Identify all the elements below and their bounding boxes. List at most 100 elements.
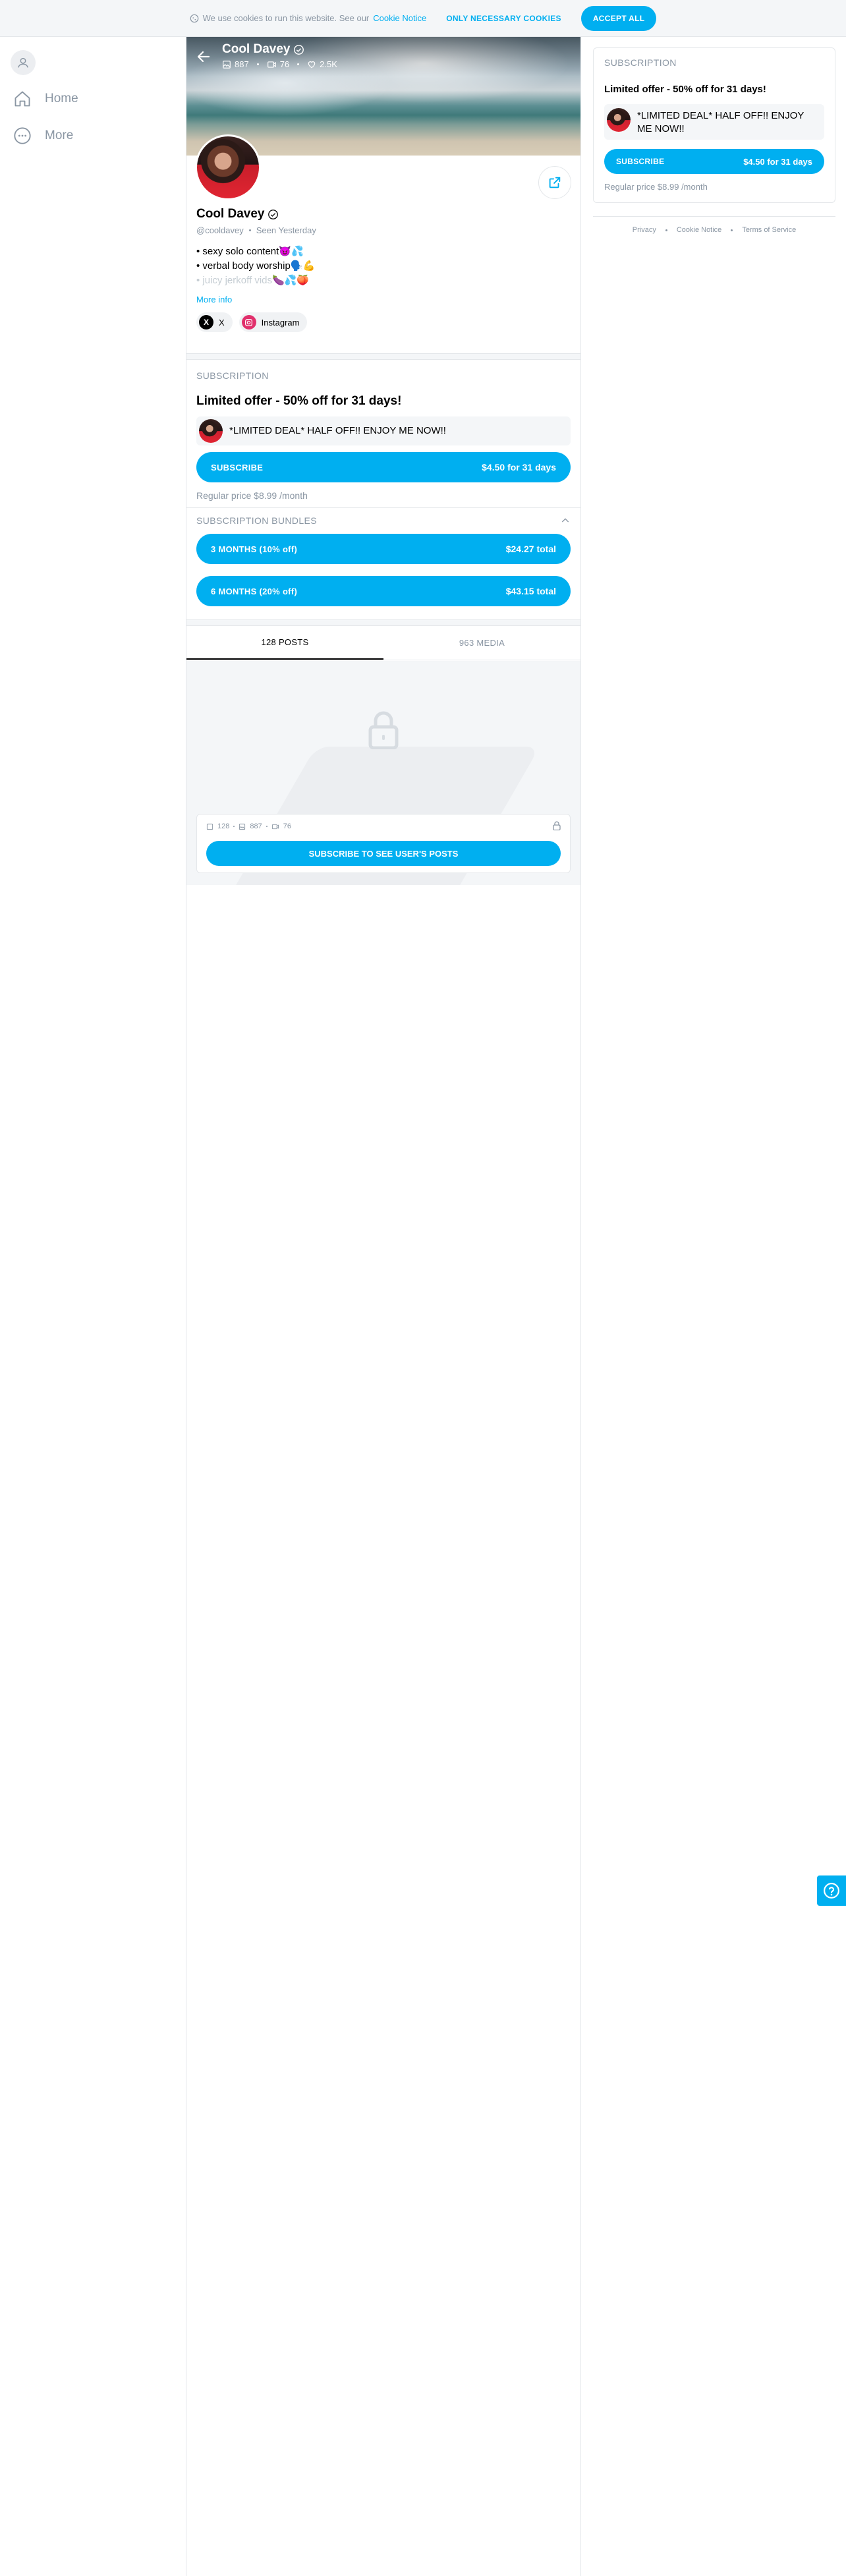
help-button[interactable] bbox=[817, 1875, 846, 1906]
cover-profile-name: Cool Davey bbox=[222, 42, 304, 57]
profile-handle: @cooldavey bbox=[196, 225, 244, 235]
verified-icon bbox=[294, 44, 304, 55]
right-sidebar: SUBSCRIPTION Limited offer - 50% off for… bbox=[593, 47, 835, 234]
verified-icon bbox=[268, 209, 279, 219]
cookie-message: We use cookies to run this website. See … bbox=[190, 13, 426, 23]
instagram-icon bbox=[241, 315, 256, 329]
locked-posts-card: 128 887 76 SUBSCRIBE TO SEE USER'S POSTS bbox=[196, 814, 571, 873]
cookie-text: We use cookies to run this website. See … bbox=[202, 13, 370, 23]
creator-avatar bbox=[199, 419, 223, 443]
creator-avatar bbox=[607, 108, 631, 132]
footer-links: Privacy Cookie Notice Terms of Service bbox=[593, 216, 835, 234]
separator-dot bbox=[266, 826, 268, 827]
video-icon bbox=[271, 824, 279, 829]
bundles-header[interactable]: SUBSCRIPTION BUNDLES bbox=[196, 515, 571, 526]
subscribe-cta-label: SUBSCRIBE TO SEE USER'S POSTS bbox=[308, 848, 459, 859]
footer-link-terms[interactable]: Terms of Service bbox=[742, 226, 796, 234]
home-icon bbox=[14, 91, 30, 107]
bundle-3-months-button[interactable]: 3 MONTHS (10% off) $24.27 total bbox=[196, 534, 571, 564]
tab-posts[interactable]: 128 POSTS bbox=[186, 626, 383, 660]
profile-handle-row: @cooldavey Seen Yesterday bbox=[196, 225, 571, 235]
cookie-notice-link[interactable]: Cookie Notice bbox=[373, 13, 426, 23]
profile-name: Cool Davey bbox=[196, 207, 571, 221]
more-info-link[interactable]: More info bbox=[196, 295, 571, 304]
image-icon bbox=[239, 823, 246, 830]
social-label: Instagram bbox=[261, 317, 300, 328]
help-icon bbox=[824, 1883, 839, 1899]
section-divider bbox=[186, 353, 580, 360]
nav-item-label: Home bbox=[45, 92, 78, 105]
subscription-title: SUBSCRIPTION bbox=[604, 57, 677, 68]
locked-posts-count: 128 bbox=[217, 822, 230, 830]
subscribe-price: $4.50 for 31 days bbox=[743, 156, 812, 167]
user-icon bbox=[17, 57, 29, 68]
offer-message: *LIMITED DEAL* HALF OFF!! ENJOY ME NOW!! bbox=[604, 104, 824, 140]
share-icon bbox=[549, 177, 561, 188]
footer-link-privacy[interactable]: Privacy bbox=[633, 226, 656, 234]
bundle-price: $43.15 total bbox=[505, 586, 556, 596]
cover-image: Cool Davey 887 76 2.5K bbox=[186, 37, 580, 156]
separator-dot bbox=[665, 229, 667, 231]
cookie-banner: We use cookies to run this website. See … bbox=[0, 0, 846, 37]
subscribe-button[interactable]: SUBSCRIBE $4.50 for 31 days bbox=[196, 452, 571, 482]
bio-line: • verbal body worship🗣️💪 bbox=[196, 260, 316, 272]
videos-stat: 76 bbox=[267, 59, 289, 69]
subscription-section: SUBSCRIPTION Limited offer - 50% off for… bbox=[196, 370, 571, 501]
heart-icon bbox=[308, 61, 316, 68]
social-links: X X Instagram bbox=[196, 312, 571, 332]
locked-posts-area: 128 887 76 SUBSCRIBE TO SEE USER'S POSTS bbox=[186, 661, 580, 885]
tab-media[interactable]: 963 MEDIA bbox=[383, 626, 580, 660]
user-avatar[interactable] bbox=[11, 50, 36, 75]
subscribe-price: $4.50 for 31 days bbox=[482, 462, 556, 472]
footer-link-cookie-notice[interactable]: Cookie Notice bbox=[677, 226, 721, 234]
profile-avatar[interactable] bbox=[195, 134, 261, 200]
social-link-x[interactable]: X X bbox=[196, 312, 233, 332]
subscription-title: SUBSCRIPTION bbox=[196, 370, 269, 381]
content-tabs: 128 POSTS 963 MEDIA bbox=[186, 626, 580, 660]
back-arrow-icon[interactable] bbox=[196, 49, 212, 65]
nav-item-more[interactable]: More bbox=[13, 127, 73, 145]
offer-title: Limited offer - 50% off for 31 days! bbox=[196, 394, 402, 408]
lock-icon bbox=[553, 821, 561, 830]
profile-info: Cool Davey @cooldavey Seen Yesterday • s… bbox=[196, 207, 571, 332]
chevron-up-icon[interactable] bbox=[560, 515, 571, 526]
videos-count: 76 bbox=[279, 59, 290, 69]
nav-item-home[interactable]: Home bbox=[13, 90, 78, 108]
separator-dot bbox=[297, 63, 300, 65]
main-column: Cool Davey 887 76 2.5K Cool Davey @coold… bbox=[186, 37, 581, 2576]
bundle-price: $24.27 total bbox=[505, 544, 556, 554]
posts-stat: 887 bbox=[222, 59, 249, 69]
social-label: X bbox=[219, 317, 225, 328]
likes-count: 2.5K bbox=[320, 59, 337, 69]
share-button[interactable] bbox=[538, 166, 571, 199]
subscribe-to-see-posts-button[interactable]: SUBSCRIBE TO SEE USER'S POSTS bbox=[206, 841, 561, 866]
divider bbox=[186, 507, 580, 508]
profile-name-text: Cool Davey bbox=[196, 207, 265, 221]
sidebar-subscribe-button[interactable]: SUBSCRIBE $4.50 for 31 days bbox=[604, 149, 824, 174]
profile-bio: • sexy solo content😈💦 • verbal body wors… bbox=[196, 244, 571, 288]
posts-count: 887 bbox=[235, 59, 249, 69]
locked-photos-count: 887 bbox=[250, 822, 262, 830]
subscribe-label: SUBSCRIBE bbox=[616, 157, 665, 166]
offer-message-text: *LIMITED DEAL* HALF OFF!! ENJOY ME NOW!! bbox=[229, 425, 446, 436]
likes-stat: 2.5K bbox=[307, 59, 337, 69]
separator-dot bbox=[256, 63, 259, 65]
sidebar-subscription-card: SUBSCRIPTION Limited offer - 50% off for… bbox=[593, 47, 835, 203]
lock-icon bbox=[368, 711, 399, 749]
bio-line: • juicy jerkoff vids🍆💦🍑 bbox=[196, 275, 310, 286]
cookie-icon bbox=[190, 14, 198, 22]
accept-all-cookies-button[interactable]: ACCEPT ALL bbox=[580, 5, 657, 31]
cover-stats: 887 76 2.5K bbox=[222, 59, 337, 69]
image-icon bbox=[223, 60, 231, 69]
bundle-6-months-button[interactable]: 6 MONTHS (20% off) $43.15 total bbox=[196, 576, 571, 606]
separator-dot bbox=[731, 229, 733, 231]
bio-line: • sexy solo content😈💦 bbox=[196, 246, 304, 257]
video-icon bbox=[267, 61, 276, 68]
only-necessary-cookies-button[interactable]: ONLY NECESSARY COOKIES bbox=[446, 14, 561, 23]
social-link-instagram[interactable]: Instagram bbox=[239, 312, 308, 332]
offer-title: Limited offer - 50% off for 31 days! bbox=[604, 84, 766, 95]
more-circle-icon bbox=[14, 127, 31, 144]
section-divider bbox=[186, 619, 580, 626]
offer-message-text: *LIMITED DEAL* HALF OFF!! ENJOY ME NOW!! bbox=[637, 110, 804, 134]
subscribe-label: SUBSCRIBE bbox=[211, 462, 264, 472]
